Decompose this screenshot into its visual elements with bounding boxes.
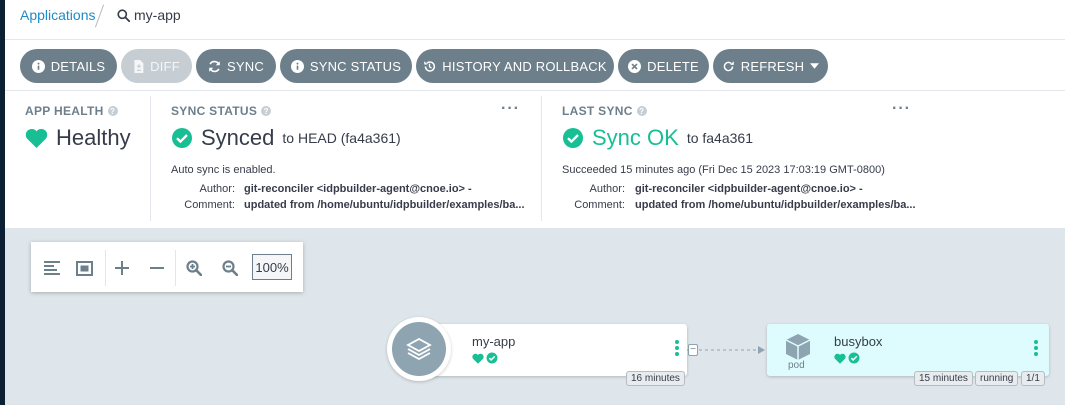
last-sync-status-text: Sync OK <box>592 125 679 150</box>
sync-status-button[interactable]: SYNC STATUS <box>280 49 412 83</box>
sync-button-label: SYNC <box>227 58 264 74</box>
help-icon[interactable]: ? <box>107 106 118 116</box>
last-sync-author-key: Author: <box>589 183 625 195</box>
last-sync-comment-value: updated from /home/ubuntu/idpbuilder/exa… <box>635 199 915 211</box>
delete-button-label: DELETE <box>647 58 699 74</box>
diff-button-label: DIFF <box>150 58 180 74</box>
last-sync-more-kebab-icon[interactable]: ··· <box>892 100 911 118</box>
diff-button[interactable]: DIFF <box>121 49 192 83</box>
app-health-label: APP HEALTH ? <box>25 104 118 118</box>
last-sync-label: LAST SYNC ? <box>562 104 647 118</box>
collapse-group-toggle[interactable]: − <box>688 344 698 356</box>
app-node-icon-ring <box>387 317 451 381</box>
sync-status-more-kebab-icon[interactable]: ··· <box>501 100 520 118</box>
app-health-value: Healthy <box>25 125 131 151</box>
last-sync-target: to fa4a361 <box>686 130 753 146</box>
kebab-icon[interactable] <box>1033 338 1039 358</box>
sync-author-value: git-reconciler <idpbuilder-agent@cnoe.io… <box>244 183 472 195</box>
info-icon <box>290 59 304 73</box>
sync-icon <box>209 60 220 72</box>
pod-node-status <box>834 352 860 364</box>
column-divider <box>541 96 542 221</box>
sync-comment-key: Comment: <box>184 199 235 211</box>
status-panel: APP HEALTH ? Healthy SYNC STATUS ? ··· S… <box>5 92 1065 227</box>
search-icon <box>117 8 130 22</box>
sync-author-key: Author: <box>199 183 235 195</box>
caret-down-icon <box>810 63 820 69</box>
column-divider <box>150 96 151 221</box>
app-node-status <box>472 352 498 364</box>
heart-icon <box>834 353 846 364</box>
sync-comment-value: updated from /home/ubuntu/idpbuilder/exa… <box>244 199 524 211</box>
check-circle-icon <box>563 128 583 148</box>
app-node-age-badge: 16 minutes <box>626 371 685 386</box>
delete-icon <box>628 59 642 73</box>
pod-node[interactable]: pod busybox <box>767 324 1049 376</box>
check-circle-icon <box>486 352 498 364</box>
pod-kind-label: pod <box>788 360 805 371</box>
pod-node-age-badge: 15 minutes <box>914 371 973 386</box>
sync-status-text: Synced <box>201 125 275 150</box>
pod-node-ready-badge: 1/1 <box>1021 371 1045 386</box>
details-button-label: DETAILS <box>50 58 106 74</box>
breadcrumb-current-label: my-app <box>134 7 181 23</box>
pod-node-status-badge: running <box>975 371 1019 386</box>
edge-connector <box>687 346 765 354</box>
last-sync-label-text: LAST SYNC <box>562 104 633 118</box>
heart-icon <box>472 353 484 364</box>
app-node-name: my-app <box>472 334 516 349</box>
history-icon <box>424 60 436 72</box>
sync-status-label-text: SYNC STATUS <box>171 104 258 118</box>
sync-status-target: to HEAD (fa4a361) <box>282 130 401 146</box>
resource-tree-graph[interactable]: 100% − my-app 16 minutes pod busybox 15 … <box>5 228 1065 405</box>
refresh-icon <box>723 60 734 71</box>
last-sync-author-value: git-reconciler <idpbuilder-agent@cnoe.io… <box>635 183 863 195</box>
layers-icon <box>392 322 446 376</box>
history-rollback-button-label: HISTORY AND ROLLBACK <box>442 58 607 74</box>
breadcrumb: Applications my-app <box>5 0 1065 40</box>
sync-status-button-label: SYNC STATUS <box>309 58 402 74</box>
refresh-button-label: REFRESH <box>740 58 805 74</box>
check-circle-icon <box>848 352 860 364</box>
delete-button[interactable]: DELETE <box>618 49 709 83</box>
app-toolbar: DETAILS DIFF SYNC SYNC STATUS HISTORY AN… <box>5 41 1065 91</box>
refresh-button[interactable]: REFRESH <box>713 49 828 83</box>
history-rollback-button[interactable]: HISTORY AND ROLLBACK <box>416 49 614 83</box>
app-node[interactable]: my-app <box>425 324 687 376</box>
breadcrumb-separator <box>94 4 105 28</box>
diff-icon <box>134 59 144 73</box>
sync-status-label: SYNC STATUS ? <box>171 104 272 118</box>
app-health-status-text: Healthy <box>56 125 131 150</box>
info-icon <box>31 59 45 73</box>
heart-icon <box>25 128 48 148</box>
last-sync-value: Sync OK to fa4a361 <box>562 125 753 151</box>
sync-button[interactable]: SYNC <box>196 49 276 83</box>
app-health-label-text: APP HEALTH <box>25 104 104 118</box>
last-sync-comment-key: Comment: <box>574 199 625 211</box>
auto-sync-note: Auto sync is enabled. <box>171 164 276 176</box>
pod-node-name: busybox <box>834 334 883 349</box>
help-icon[interactable]: ? <box>261 106 272 116</box>
last-sync-note: Succeeded 15 minutes ago (Fri Dec 15 202… <box>562 164 885 176</box>
kebab-icon[interactable] <box>674 338 680 358</box>
check-circle-icon <box>172 128 192 148</box>
breadcrumb-applications-link[interactable]: Applications <box>20 7 96 23</box>
sync-status-value: Synced to HEAD (fa4a361) <box>171 125 401 151</box>
breadcrumb-current: my-app <box>117 7 181 23</box>
details-button[interactable]: DETAILS <box>20 49 117 83</box>
help-icon[interactable]: ? <box>636 106 647 116</box>
